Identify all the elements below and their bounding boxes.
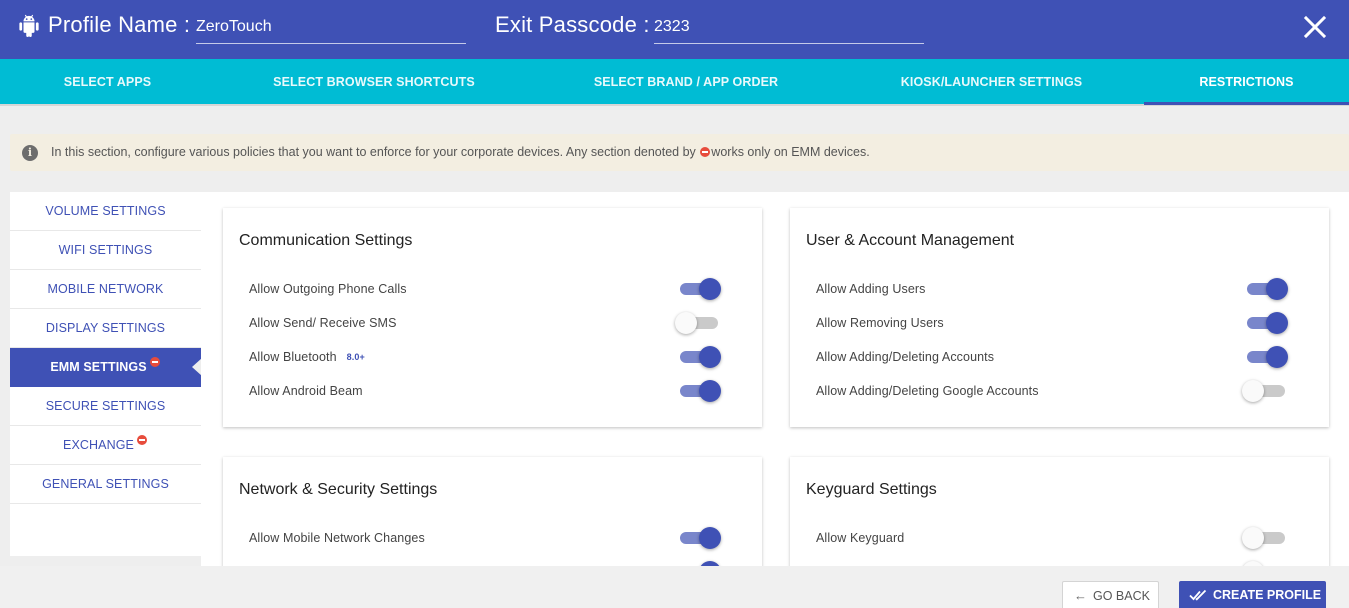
card-title: Network & Security Settings [239, 481, 438, 498]
allow-adding-users-toggle[interactable] [1246, 278, 1288, 300]
emm-badge-icon [149, 357, 160, 367]
settings-sidebar: VOLUME SETTINGS WIFI SETTINGS MOBILE NET… [10, 192, 202, 556]
sidebar-item-emm-settings[interactable]: EMM SETTINGS [10, 348, 202, 387]
settings-content: Communication Settings Allow Outgoing Ph… [201, 192, 1349, 566]
sidebar-item-label: SECURE SETTINGS [45, 399, 166, 413]
double-check-icon [1189, 589, 1207, 601]
info-banner: i In this section, configure various pol… [10, 134, 1349, 171]
sidebar-item-general-settings[interactable]: GENERAL SETTINGS [10, 465, 201, 504]
sidebar-item-label: GENERAL SETTINGS [42, 477, 169, 491]
setting-label-text: Allow Keyguard [816, 531, 905, 545]
setting-label-text: Allow Removing Users [816, 316, 944, 330]
sidebar-item-secure-settings[interactable]: SECURE SETTINGS [10, 387, 201, 426]
emm-badge-icon [136, 435, 147, 445]
allow-mobile-network-changes-toggle[interactable] [679, 527, 721, 549]
info-text-before: In this section, configure various polic… [51, 145, 696, 159]
setting-label: Allow Send/ Receive SMS [249, 316, 397, 336]
allow-sms-toggle[interactable] [675, 312, 719, 334]
sidebar-item-mobile-network[interactable]: MOBILE NETWORK [10, 270, 201, 309]
go-back-label: GO BACK [1093, 589, 1150, 603]
sidebar-item-label: WIFI SETTINGS [58, 243, 153, 257]
info-text: In this section, configure various polic… [51, 145, 870, 159]
tab-select-apps[interactable]: SELECT APPS [0, 59, 215, 104]
sidebar-item-exchange[interactable]: EXCHANGE [10, 426, 201, 465]
card-title: Keyguard Settings [806, 481, 937, 498]
tab-select-browser-shortcuts[interactable]: SELECT BROWSER SHORTCUTS [215, 59, 533, 104]
sidebar-item-volume-settings[interactable]: VOLUME SETTINGS [10, 192, 201, 231]
card-title: Communication Settings [239, 232, 413, 249]
keyguard-settings-card: Keyguard Settings Allow Keyguard [790, 457, 1329, 566]
allow-adding-deleting-accounts-toggle[interactable] [1246, 346, 1288, 368]
setting-label-text: Allow Mobile Network Changes [249, 531, 425, 545]
setting-label-text: Allow Outgoing Phone Calls [249, 282, 407, 296]
create-profile-button[interactable]: CREATE PROFILE [1179, 581, 1326, 608]
user-account-management-card: User & Account Management Allow Adding U… [790, 208, 1329, 427]
allow-android-beam-toggle[interactable] [679, 380, 721, 402]
setting-label: Allow Keyguard [816, 531, 904, 551]
card-title: User & Account Management [806, 232, 1015, 249]
setting-label-text: Allow Send/ Receive SMS [249, 316, 397, 330]
sidebar-item-label: DISPLAY SETTINGS [45, 321, 166, 335]
setting-label: Allow Android Beam [249, 384, 363, 404]
setting-label: Allow Bluetooth 8.0+ [249, 350, 365, 370]
exit-passcode-input[interactable] [654, 12, 924, 44]
setting-label: Allow Adding Users [816, 282, 926, 302]
emm-badge-icon [700, 147, 711, 157]
allow-keyguard-toggle[interactable] [1242, 527, 1286, 549]
sidebar-item-label: EMM SETTINGS [50, 360, 147, 374]
setting-label: Allow Mobile Network Changes [249, 531, 425, 551]
setting-label-text: Allow Bluetooth [249, 350, 337, 364]
setting-label-text: Allow Android Beam [249, 384, 363, 398]
info-icon: i [22, 145, 38, 161]
profile-name-input[interactable] [196, 12, 466, 44]
create-profile-label: CREATE PROFILE [1213, 588, 1322, 602]
active-tab-indicator [1144, 102, 1349, 105]
arrow-left-icon: ← [1074, 588, 1087, 603]
exit-passcode-label: Exit Passcode : [495, 12, 650, 37]
allow-google-accounts-toggle[interactable] [1242, 380, 1286, 402]
tab-restrictions[interactable]: RESTRICTIONS [1144, 59, 1349, 104]
sidebar-item-display-settings[interactable]: DISPLAY SETTINGS [10, 309, 201, 348]
android-icon [19, 14, 39, 37]
setting-label: Allow Outgoing Phone Calls [249, 282, 407, 302]
setting-label-text: Allow Adding Users [816, 282, 926, 296]
app-header: Profile Name : Exit Passcode : [0, 0, 1349, 59]
tab-kiosk-launcher-settings[interactable]: KIOSK/LAUNCHER SETTINGS [839, 59, 1144, 104]
tab-bar: SELECT APPS SELECT BROWSER SHORTCUTS SEL… [0, 59, 1349, 106]
sidebar-item-label: EXCHANGE [63, 438, 134, 452]
network-security-settings-card: Network & Security Settings Allow Mobile… [223, 457, 762, 566]
sidebar-item-wifi-settings[interactable]: WIFI SETTINGS [10, 231, 201, 270]
profile-name-label: Profile Name : [48, 12, 191, 37]
allow-outgoing-calls-toggle[interactable] [679, 278, 721, 300]
sidebar-item-label: MOBILE NETWORK [47, 282, 164, 296]
setting-label-text: Allow Adding/Deleting Google Accounts [816, 384, 1039, 398]
version-badge: 8.0+ [346, 352, 365, 362]
communication-settings-card: Communication Settings Allow Outgoing Ph… [223, 208, 762, 427]
go-back-button[interactable]: ← GO BACK [1062, 581, 1159, 608]
setting-label: Allow Removing Users [816, 316, 944, 336]
setting-label: Allow Adding/Deleting Google Accounts [816, 384, 1039, 404]
footer-bar: ← GO BACK CREATE PROFILE [0, 566, 1349, 608]
sidebar-item-label: VOLUME SETTINGS [45, 204, 166, 218]
allow-removing-users-toggle[interactable] [1246, 312, 1288, 334]
allow-bluetooth-toggle[interactable] [679, 346, 721, 368]
setting-label: Allow Adding/Deleting Accounts [816, 350, 994, 370]
tab-select-brand-app-order[interactable]: SELECT BRAND / APP ORDER [533, 59, 839, 104]
info-text-after: works only on EMM devices. [711, 145, 870, 159]
close-icon[interactable] [1303, 15, 1327, 39]
setting-label-text: Allow Adding/Deleting Accounts [816, 350, 995, 364]
